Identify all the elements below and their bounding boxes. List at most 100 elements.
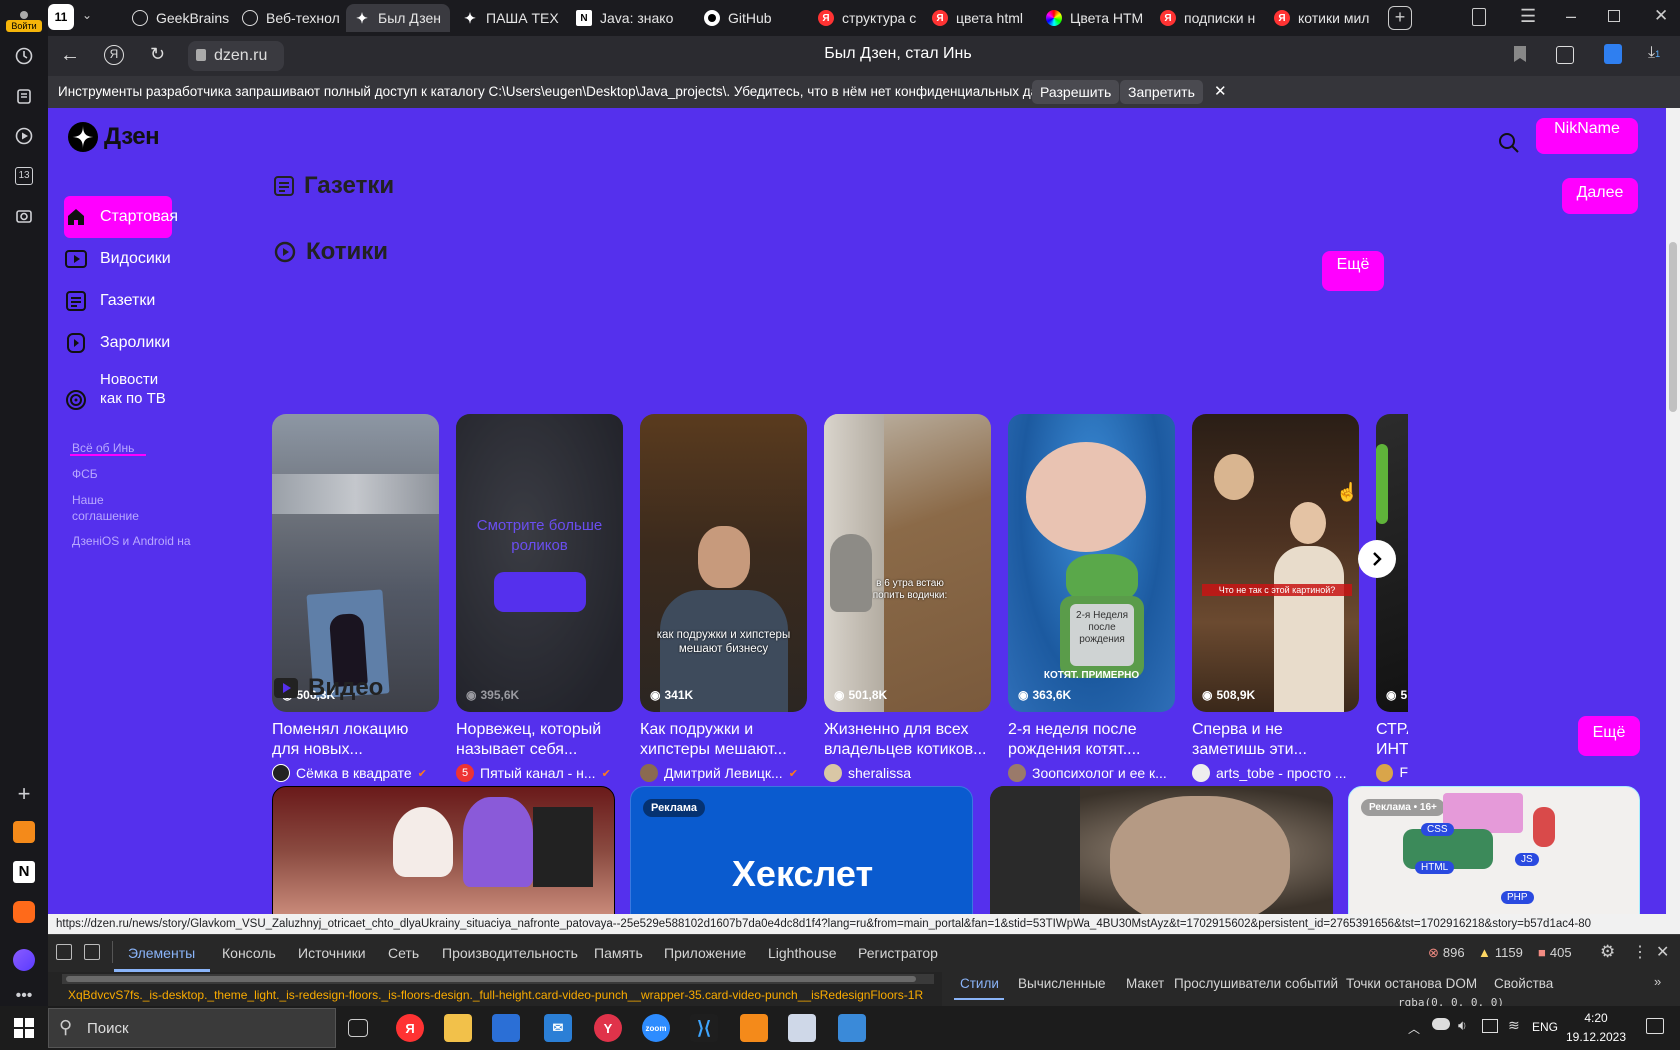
short-card[interactable]: в 6 утра встаю попить водички: ◉ 501,8K Ж… — [824, 414, 991, 782]
devtools-tab-memory[interactable]: Память — [594, 945, 643, 961]
short-thumbnail[interactable]: ◉506,3K — [272, 414, 439, 712]
user-nickname-button[interactable]: NikName — [1536, 118, 1638, 154]
search-icon[interactable] — [1498, 132, 1520, 154]
chevron-double-right-icon[interactable]: » — [1654, 974, 1661, 989]
short-thumbnail[interactable]: 2-я Неделя после рождения КОТЯТ. ПРИМЕРН… — [1008, 414, 1175, 712]
yandex-home-icon[interactable]: Я — [104, 45, 124, 65]
tab-dzen-active[interactable]: ✦Был Дзен✕ — [346, 4, 450, 32]
tab-html-colors[interactable]: Яцвета html — [924, 4, 1034, 32]
reader-icon[interactable] — [1556, 46, 1574, 64]
tab-subscriptions[interactable]: Яподписки н — [1152, 4, 1262, 32]
wifi-icon[interactable]: ≋ — [1508, 1017, 1520, 1034]
device-toolbar-icon[interactable] — [84, 944, 100, 960]
language-indicator[interactable]: ENG — [1532, 1020, 1558, 1034]
close-window-icon[interactable]: ✕ — [1654, 6, 1668, 26]
properties-tab[interactable]: Свойства — [1494, 976, 1553, 991]
volume-icon[interactable]: 🔉︎ — [1458, 1017, 1467, 1034]
short-author[interactable]: sheralissa — [824, 764, 991, 782]
styles-tab[interactable]: Стили — [960, 976, 999, 991]
short-card[interactable]: Что не так с этой картиной? ◉ 508,9K Спер… — [1192, 414, 1359, 782]
notion-icon[interactable]: N — [10, 858, 38, 886]
scrollbar-thumb[interactable] — [1669, 242, 1677, 412]
footer-link-about[interactable]: Всё об Инь — [72, 440, 134, 456]
close-devtools-icon[interactable]: ✕ — [1656, 942, 1669, 962]
short-title[interactable]: 2-я неделя после рождения котят.... — [1008, 720, 1175, 760]
document-icon[interactable] — [788, 1014, 816, 1042]
bookmark-icon[interactable] — [1514, 46, 1526, 62]
devtools-tab-network[interactable]: Сеть — [388, 945, 419, 961]
short-author[interactable]: Зоопсихолог и ее к... — [1008, 764, 1175, 782]
new-tab-button[interactable]: + — [1388, 6, 1412, 30]
section-cats-header[interactable]: Котики — [274, 238, 388, 266]
tab-kotiki[interactable]: Якотики мил — [1266, 4, 1376, 32]
app-orange-icon[interactable] — [740, 1014, 768, 1042]
yandex-browser-icon[interactable]: Я — [396, 1014, 424, 1042]
short-title[interactable]: Норвежец, который называет себя... — [456, 720, 623, 760]
cloud-icon[interactable] — [1432, 1018, 1450, 1030]
screenshot-icon[interactable] — [10, 202, 38, 230]
footer-link-apps[interactable]: ДзенiOS и Android на — [72, 533, 192, 549]
play-icon[interactable] — [10, 122, 38, 150]
section-articles-header[interactable]: Газетки — [274, 172, 394, 200]
vscode-icon[interactable]: ⟩⟨ — [690, 1014, 718, 1042]
mail-icon[interactable]: ✉ — [544, 1014, 572, 1042]
file-explorer-icon[interactable] — [444, 1014, 472, 1042]
issues-count[interactable]: ■ 405 — [1538, 945, 1572, 960]
next-button[interactable]: Далее — [1562, 178, 1638, 214]
video-card-ad[interactable]: Реклама • 16+ CSS HTML JS PHP — [1348, 786, 1640, 914]
sidebar-item-articles[interactable]: Газетки — [64, 281, 155, 321]
tab-pasha[interactable]: ✦ ПАША ТЕХ — [454, 4, 564, 32]
clock-time[interactable]: 4:20 — [1566, 1011, 1626, 1025]
clock-date[interactable]: 19.12.2023 — [1560, 1030, 1632, 1044]
devtools-tab-lighthouse[interactable]: Lighthouse — [768, 945, 837, 961]
yandex-alt-icon[interactable]: Y — [594, 1014, 622, 1042]
short-card[interactable]: как подружки и хипстеры мешают бизнесу ◉… — [640, 414, 807, 782]
photos-icon[interactable] — [838, 1014, 866, 1042]
carousel-next-button[interactable] — [1358, 540, 1396, 578]
tab-html-colors-2[interactable]: Цвета HTM — [1038, 4, 1148, 32]
horizontal-scrollbar[interactable] — [62, 974, 934, 984]
tab-github[interactable]: GitHub — [696, 4, 806, 32]
devtools-tab-application[interactable]: Приложение — [664, 945, 746, 961]
devtools-tab-recorder[interactable]: Регистратор — [858, 945, 938, 961]
sidebar-item-videos[interactable]: Видосики — [64, 239, 171, 279]
short-card-partial[interactable]: ◉5 СТРА ИНТ F — [1376, 414, 1408, 784]
tab-geekbrains[interactable]: GeekBrains — [124, 4, 234, 32]
dzen-logo[interactable]: Дзен — [68, 122, 160, 152]
devtools-more-icon[interactable]: ⋮ — [1632, 942, 1648, 962]
short-card[interactable]: Смотрите больше роликов ◉ 395,6K Норвежец… — [456, 414, 623, 782]
page-scrollbar[interactable] — [1666, 108, 1680, 914]
video-card[interactable] — [990, 786, 1333, 914]
login-label[interactable]: Войти — [6, 20, 42, 32]
video-card[interactable] — [272, 786, 615, 914]
short-thumbnail[interactable]: в 6 утра встаю попить водички: ◉ 501,8K — [824, 414, 991, 712]
sidebar-item-shorts[interactable]: Заролики — [64, 323, 170, 363]
history-icon[interactable] — [10, 42, 38, 70]
computed-tab[interactable]: Вычисленные — [1018, 976, 1106, 991]
short-card[interactable]: 2-я Неделя после рождения КОТЯТ. ПРИМЕРН… — [1008, 414, 1175, 782]
close-infobar-icon[interactable]: ✕ — [1214, 82, 1227, 100]
video-more-button[interactable]: Ещё — [1578, 716, 1640, 756]
devtools-tab-sources[interactable]: Источники — [298, 945, 366, 961]
extension-icon[interactable] — [1604, 44, 1622, 64]
sidebar-item-news[interactable]: Новости как по ТВ — [64, 370, 166, 430]
calendar-icon[interactable]: 13 — [10, 162, 38, 190]
devtools-tab-console[interactable]: Консоль — [222, 945, 276, 961]
short-author[interactable]: Дмитрий Левицк... ✔ — [640, 764, 807, 782]
short-thumbnail[interactable]: Смотрите больше роликов ◉ 395,6K — [456, 414, 623, 712]
settings-gear-icon[interactable]: ⚙ — [1600, 942, 1615, 962]
taskbar-search-box[interactable]: ⚲ Поиск — [48, 1008, 336, 1048]
event-listeners-tab[interactable]: Прослушиватели событий — [1174, 976, 1338, 991]
windows-start-icon[interactable] — [14, 1018, 34, 1038]
tab-structure[interactable]: Яструктура с — [810, 4, 920, 32]
reload-icon[interactable]: ↻ — [150, 44, 165, 65]
allow-button[interactable]: Разрешить — [1032, 80, 1120, 104]
alice-icon[interactable] — [10, 946, 38, 974]
devtools-tab-performance[interactable]: Производительность — [442, 945, 578, 961]
video-card-ad[interactable]: Реклама Хекслет — [630, 786, 973, 914]
inspect-element-icon[interactable] — [56, 944, 72, 960]
task-view-icon[interactable] — [348, 1019, 368, 1037]
footer-link-agreement[interactable]: Наше соглашение — [72, 492, 152, 524]
cats-more-button[interactable]: Ещё — [1322, 251, 1384, 291]
collections-icon[interactable] — [10, 82, 38, 110]
